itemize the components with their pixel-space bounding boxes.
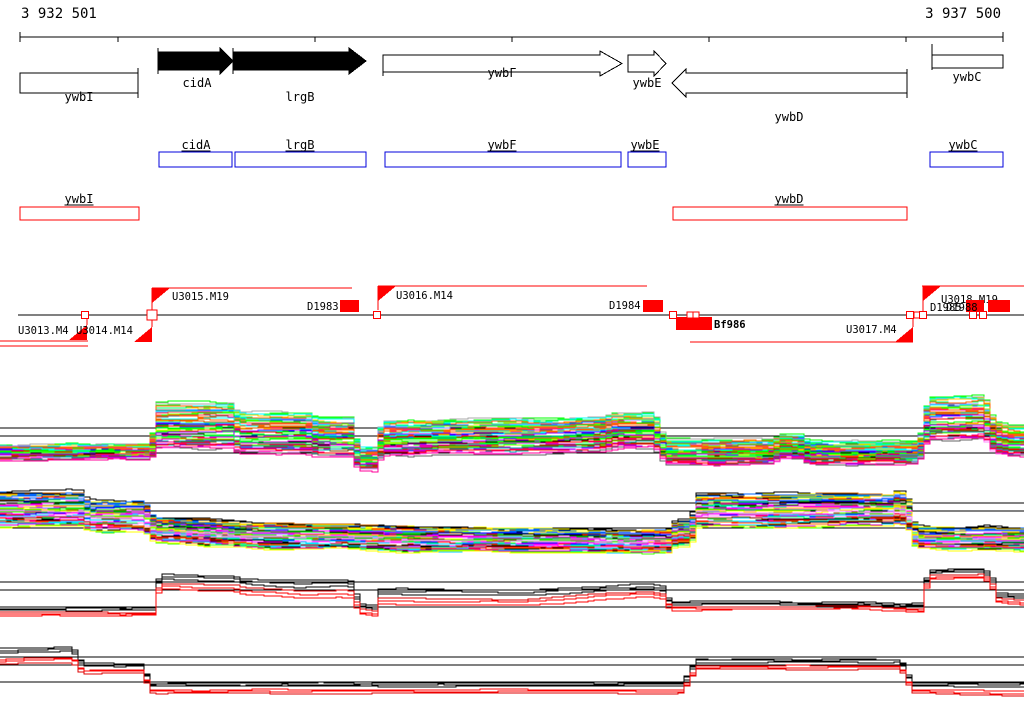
blue_track-box-ywbe[interactable] (627, 151, 667, 168)
blue_track-box-ywbc[interactable] (929, 151, 1004, 168)
blue_track-label-ywbe[interactable]: ywbE (631, 138, 660, 152)
red_track-box-ywbd[interactable] (672, 206, 908, 221)
blue_track-box-lrgb[interactable] (234, 151, 367, 168)
blue_track-label-lrgb[interactable]: lrgB (286, 138, 315, 152)
probe-label-u3017-m4[interactable]: U3017.M4 (846, 324, 897, 336)
blue_track-box-cida[interactable] (158, 151, 233, 168)
gene-arrow-cida[interactable] (157, 46, 234, 76)
gene-arrow-lrgb[interactable] (232, 46, 367, 76)
gene-label-ywbd: ywbD (775, 110, 804, 124)
probe-marker-square[interactable] (81, 311, 89, 319)
probe-label-bf986[interactable]: Bf986 (714, 319, 746, 331)
genome-browser-view: 3 932 501 3 937 500 ywbI cidA lrgB ywbF ywbE yw… (0, 0, 1024, 714)
probe-marker-square[interactable] (979, 311, 987, 319)
red_track-box-ywbi[interactable] (19, 206, 140, 221)
probe-marker-square[interactable] (919, 311, 927, 319)
blue_track-label-cida[interactable]: cidA (182, 138, 212, 152)
gene-label-ywbe: ywbE (633, 76, 662, 90)
gene-label-cida: cidA (183, 76, 213, 90)
gene-label-lrgb: lrgB (286, 90, 315, 104)
probe-label-u3013-m4[interactable]: U3013.M4 (18, 325, 69, 337)
probe-box-d1988[interactable] (988, 300, 1010, 312)
gene-arrow-ywbc[interactable] (931, 54, 1004, 69)
gene-label-ywbi: ywbI (65, 90, 94, 104)
probe-marker-square[interactable] (906, 311, 914, 319)
probe-flag-u3017-m4[interactable] (895, 327, 913, 342)
probe-marker-square[interactable] (686, 311, 694, 319)
red_track-label-ywbd[interactable]: ywbD (775, 192, 804, 206)
probe-flag-u3016-m14[interactable] (378, 286, 396, 301)
probe-box-d1984[interactable] (643, 300, 663, 312)
probe-label-u3015-m19[interactable]: U3015.M19 (172, 291, 229, 303)
gene-label-ywbf: ywbF (488, 66, 517, 80)
blue_track-label-ywbc[interactable]: ywbC (949, 138, 978, 152)
gene-arrow-ywbd[interactable] (671, 67, 908, 99)
gene-label-ywbc: ywbC (953, 70, 982, 84)
probe-flag-u3014-m14[interactable] (134, 327, 152, 342)
genome-browser-canvas: 3 932 501 3 937 500 ywbI cidA lrgB ywbF ywbE yw… (0, 6, 1024, 697)
ruler-start-label: 3 932 501 (21, 6, 97, 22)
red_track-label-ywbi[interactable]: ywbI (65, 192, 94, 206)
probe-flag-u3015-m19[interactable] (152, 288, 170, 303)
probe-label-u3016-m14[interactable]: U3016.M14 (396, 290, 453, 302)
probe-box-d1983[interactable] (340, 300, 359, 312)
probe-label-d1983[interactable]: D1983 (307, 301, 339, 313)
ruler-end-label: 3 937 500 (925, 6, 1001, 22)
gene-arrow-ywbe[interactable] (627, 49, 667, 78)
probe-label-d1984[interactable]: D1984 (609, 300, 641, 312)
probe-marker-square[interactable] (373, 311, 381, 319)
probe-flag-u3018-m19[interactable] (923, 286, 941, 301)
probe-marker-square[interactable] (146, 309, 158, 321)
probe-marker-square[interactable] (692, 311, 700, 319)
probe-marker-square[interactable] (669, 311, 677, 319)
probe-box-bf986[interactable] (676, 317, 712, 330)
probe-label-u3014-m14[interactable]: U3014.M14 (76, 325, 133, 337)
blue_track-box-ywbf[interactable] (384, 151, 622, 168)
probe-marker-square[interactable] (969, 311, 977, 319)
blue_track-label-ywbf[interactable]: ywbF (488, 138, 517, 152)
